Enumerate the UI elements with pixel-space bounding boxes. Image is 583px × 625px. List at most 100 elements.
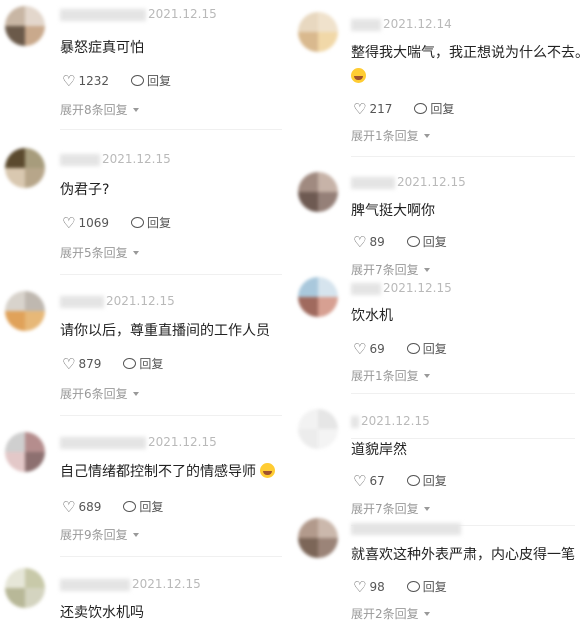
heart-icon[interactable]: ♡: [353, 578, 366, 596]
comment-item: 2021.12.15 自己情绪都控制不了的情感导师 ♡ 689 回复 展开9条回复: [0, 428, 292, 558]
avatar[interactable]: [298, 518, 338, 558]
comment-item: 2021.12.15 道貌岸然 ♡ 67 回复 展开7条回复: [295, 405, 583, 526]
expand-replies[interactable]: 展开5条回复: [60, 244, 139, 261]
comment-date: 2021.12.15: [148, 7, 217, 21]
comment-text: 就喜欢这种外表严肃，内心皮得一笔: [351, 547, 575, 563]
chevron-down-icon: [132, 251, 139, 255]
reply-icon[interactable]: [414, 103, 428, 114]
username-and-date: 2021.12.15: [60, 435, 217, 449]
comment-actions: ♡ 98 回复: [353, 578, 447, 596]
reply-icon[interactable]: [406, 236, 420, 247]
comment-text: 整得我大喘气，我正想说为什么不去。: [351, 45, 583, 61]
like-count: 89: [369, 235, 385, 249]
chevron-down-icon: [423, 134, 430, 138]
comment-date: 2021.12.15: [106, 294, 175, 308]
comment-text: 伪君子?: [60, 182, 110, 198]
avatar[interactable]: [5, 432, 45, 472]
like-count: 1232: [78, 74, 109, 88]
reply-button[interactable]: 回复: [423, 342, 447, 356]
reply-button[interactable]: 回复: [147, 74, 171, 88]
chevron-down-icon: [132, 533, 139, 537]
comment-actions: ♡ 1232 回复: [62, 72, 171, 90]
divider: [351, 156, 575, 157]
reply-icon[interactable]: [131, 75, 144, 86]
expand-replies[interactable]: 展开9条回复: [60, 526, 139, 543]
like-count: 879: [78, 357, 102, 371]
comment-item: 2021.12.15 还卖饮水机吗: [0, 568, 292, 625]
chevron-down-icon: [423, 374, 430, 378]
comment-item: 2021.12.15 脾气挺大啊你 ♡ 89 回复 展开7条回复: [295, 168, 583, 439]
avatar[interactable]: [5, 6, 45, 46]
comment-actions: ♡ 217 回复: [353, 100, 454, 118]
comment-actions: ♡ 67 回复: [353, 472, 447, 490]
heart-icon[interactable]: ♡: [353, 472, 366, 490]
chevron-down-icon: [423, 612, 430, 616]
comment-date: 2021.12.15: [383, 281, 452, 295]
expand-replies[interactable]: 展开6条回复: [60, 385, 139, 402]
comment-text: 自己情绪都控制不了的情感导师: [60, 461, 275, 481]
expand-replies[interactable]: 展开2条回复: [351, 605, 430, 622]
comment-text: 暴怒症真可怕: [60, 40, 144, 56]
comment-date: 2021.12.15: [148, 435, 217, 449]
username-and-date: 2021.12.15: [60, 294, 175, 308]
reply-icon[interactable]: [123, 501, 137, 512]
username-and-date: 2021.12.15: [60, 152, 171, 166]
username-and-date: 2021.12.15: [60, 7, 217, 21]
avatar[interactable]: [5, 148, 45, 188]
reply-icon[interactable]: [406, 581, 420, 592]
heart-icon[interactable]: ♡: [353, 233, 366, 251]
like-count: 69: [369, 342, 385, 356]
divider: [60, 556, 282, 557]
like-count: 217: [369, 102, 393, 116]
comment-item: 就喜欢这种外表严肃，内心皮得一笔 ♡ 98 回复 展开2条回复: [295, 512, 583, 625]
like-count: 689: [78, 500, 102, 514]
username-and-date: 2021.12.15: [60, 577, 201, 591]
reply-button[interactable]: 回复: [147, 216, 171, 230]
reply-button[interactable]: 回复: [430, 102, 454, 116]
like-count: 98: [369, 580, 385, 594]
comment-date: 2021.12.15: [361, 414, 430, 428]
heart-icon[interactable]: ♡: [353, 340, 366, 358]
heart-icon[interactable]: ♡: [62, 355, 75, 373]
expand-replies[interactable]: 展开8条回复: [60, 101, 139, 118]
heart-icon[interactable]: ♡: [62, 72, 75, 90]
divider: [60, 129, 282, 130]
comment-actions: ♡ 1069 回复: [62, 214, 171, 232]
comment-item: 2021.12.15 请你以后，尊重直播间的工作人员 ♡ 879 回复 展开6条回复: [0, 285, 292, 416]
chevron-down-icon: [132, 108, 139, 112]
laughing-emoji-icon: [260, 463, 275, 478]
comment-date: 2021.12.14: [383, 17, 452, 31]
reply-icon[interactable]: [406, 343, 420, 354]
heart-icon[interactable]: ♡: [62, 498, 75, 516]
avatar[interactable]: [298, 172, 338, 212]
avatar[interactable]: [298, 12, 338, 52]
reply-button[interactable]: 回复: [139, 357, 163, 371]
comment-actions: ♡ 69 回复: [353, 340, 447, 358]
reply-icon[interactable]: [406, 475, 420, 486]
avatar[interactable]: [298, 277, 338, 317]
comment-actions: ♡ 89 回复: [353, 233, 447, 251]
heart-icon[interactable]: ♡: [62, 214, 75, 232]
avatar[interactable]: [5, 291, 45, 331]
reply-button[interactable]: 回复: [423, 235, 447, 249]
chevron-down-icon: [132, 392, 139, 396]
avatar[interactable]: [5, 568, 45, 608]
laughing-emoji-icon: [351, 66, 366, 85]
reply-button[interactable]: 回复: [139, 500, 163, 514]
comment-text: 还卖饮水机吗: [60, 605, 144, 621]
comment-text: 饮水机: [351, 308, 393, 324]
expand-replies[interactable]: 展开1条回复: [351, 127, 430, 144]
divider: [351, 393, 575, 394]
comment-item: 2021.12.15 暴怒症真可怕 ♡ 1232 回复 展开8条回复: [0, 0, 292, 130]
heart-icon[interactable]: ♡: [353, 100, 366, 118]
reply-button[interactable]: 回复: [423, 474, 447, 488]
reply-icon[interactable]: [131, 217, 144, 228]
comment-text: 道貌岸然: [351, 442, 407, 458]
comment-actions: ♡ 689 回复: [62, 498, 163, 516]
comment-item: 2021.12.15 伪君子? ♡ 1069 回复 展开5条回复: [0, 142, 292, 275]
reply-icon[interactable]: [123, 358, 137, 369]
expand-replies[interactable]: 展开1条回复: [351, 367, 430, 384]
divider: [60, 415, 282, 416]
avatar[interactable]: [298, 409, 338, 449]
reply-button[interactable]: 回复: [423, 580, 447, 594]
